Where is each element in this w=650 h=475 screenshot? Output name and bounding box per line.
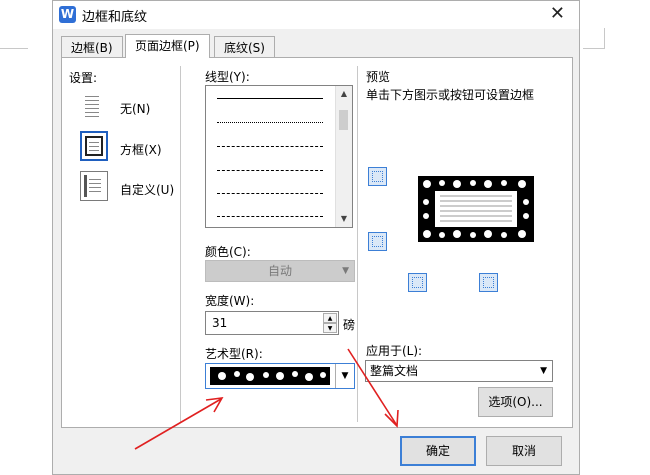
line-style-label: 线型(Y): [205,70,250,84]
line-style-dash-dot[interactable] [217,193,323,194]
document-margin-mark [604,28,605,49]
scroll-thumb[interactable] [339,110,348,130]
setting-none-label[interactable]: 无(N) [120,100,150,117]
color-select-value: 自动 [267,264,292,278]
cancel-button[interactable]: 取消 [486,436,562,466]
color-select: 自动 ▼ [205,260,355,282]
width-field[interactable]: 31 ▲ ▼ [205,311,339,335]
width-value[interactable]: 31 [212,316,227,330]
setting-none-icon[interactable] [80,91,108,121]
settings-label: 设置: [69,71,98,85]
close-icon[interactable]: ✕ [550,3,565,24]
divider [180,66,181,422]
setting-box-icon[interactable] [80,131,108,161]
width-label: 宽度(W): [205,294,255,308]
tab-page-border[interactable]: 页面边框(P) [125,34,210,58]
left-border-button[interactable] [408,273,427,292]
right-border-button[interactable] [479,273,498,292]
spin-down-icon[interactable]: ▼ [323,323,337,333]
options-button[interactable]: 选项(O)... [478,387,553,417]
preview-hint: 单击下方图示或按钮可设置边框 [366,88,535,102]
apply-to-select[interactable]: 整篇文档 ▼ [365,360,553,382]
borders-and-shading-dialog: W 边框和底纹 ✕ 边框(B) 页面边框(P) 底纹(S) 设置: 无(N) 方… [52,0,580,475]
dialog-title: 边框和底纹 [82,10,148,25]
line-style-solid[interactable] [217,98,323,99]
preview-area[interactable] [366,107,566,332]
apply-to-label: 应用于(L): [366,344,423,358]
spin-up-icon[interactable]: ▲ [323,313,337,323]
bottom-border-button[interactable] [368,232,387,251]
scroll-down-icon[interactable]: ▼ [336,211,352,227]
line-style-dash-dot-dot[interactable] [217,216,323,217]
preview-label: 预览 [366,70,391,84]
chevron-down-icon: ▼ [540,366,547,376]
color-label: 颜色(C): [205,245,251,259]
page-preview [418,176,534,242]
line-style-scrollbar[interactable]: ▲ ▼ [335,86,352,227]
art-border-pattern [210,367,330,385]
ok-button[interactable]: 确定 [400,436,476,466]
line-style-dotted[interactable] [217,122,323,123]
art-label: 艺术型(R): [205,347,263,361]
divider [357,66,358,422]
title-bar: W 边框和底纹 ✕ [53,1,579,29]
art-select[interactable]: ▼ [205,363,355,389]
scroll-up-icon[interactable]: ▲ [336,86,352,102]
document-margin-mark [583,48,605,49]
tab-panel: 设置: 无(N) 方框(X) 自定义(U) 线型(Y): ▲ ▼ 颜色(C): … [61,57,573,428]
apply-to-value: 整篇文档 [370,364,419,378]
top-border-button[interactable] [368,167,387,186]
chevron-down-icon[interactable]: ▼ [335,364,354,388]
document-margin-mark [0,48,28,49]
tab-shading[interactable]: 底纹(S) [214,36,275,58]
tab-borders[interactable]: 边框(B) [61,36,123,58]
chevron-down-icon: ▼ [342,266,349,276]
width-unit: 磅 [343,318,356,332]
setting-box-label[interactable]: 方框(X) [120,141,162,158]
line-style-list[interactable]: ▲ ▼ [205,85,353,228]
setting-custom-label[interactable]: 自定义(U) [120,181,174,198]
line-style-small-dash[interactable] [217,146,323,147]
wps-writer-icon: W [59,6,76,23]
setting-custom-icon[interactable] [80,171,108,201]
line-style-dash[interactable] [217,170,323,171]
